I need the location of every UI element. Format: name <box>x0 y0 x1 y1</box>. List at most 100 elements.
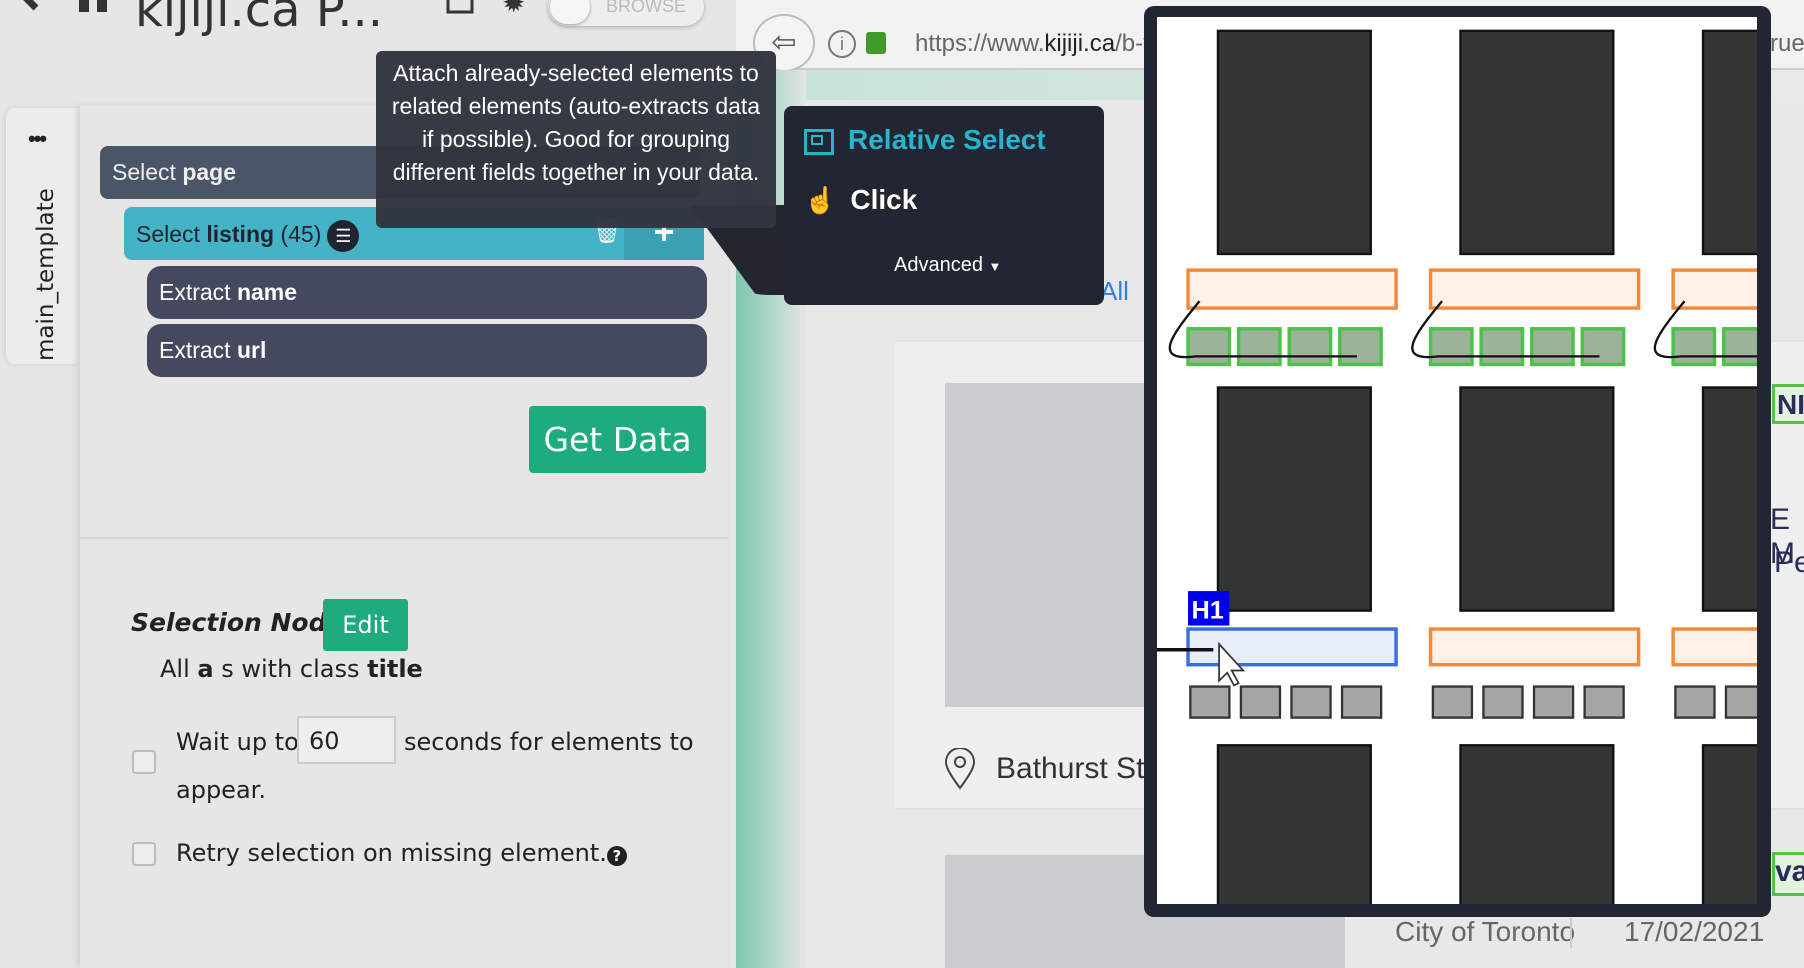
app-title: kijiji.ca P... <box>135 0 384 38</box>
url-prefix: https://www. <box>915 30 1045 57</box>
tooltip: Attach already-selected elements to rela… <box>376 51 776 228</box>
attribute-box-highlight <box>1287 327 1333 367</box>
listing-city: City of Toronto <box>1395 916 1576 947</box>
image-block <box>1701 744 1757 904</box>
attribute-box <box>1532 685 1575 719</box>
attribute-box-highlight <box>1721 327 1757 367</box>
url-text[interactable]: https://www.kijiji.ca/b-f <box>915 30 1150 58</box>
desc-prefix: All <box>160 655 190 683</box>
extract-url-node[interactable]: Extract url <box>147 324 707 377</box>
attribute-box <box>1189 685 1231 719</box>
retry-checkbox[interactable] <box>132 842 156 866</box>
node-name: url <box>236 337 267 363</box>
node-verb: Extract <box>159 337 231 363</box>
caret-down-icon: ▼ <box>988 259 1002 274</box>
image-block <box>1459 386 1615 612</box>
retry-text: Retry selection on missing element. <box>176 839 607 867</box>
edge-text: NI <box>1772 384 1804 424</box>
attribute-box <box>1583 685 1625 719</box>
node-name: page <box>182 159 237 185</box>
toggle-label: BROWSE <box>606 0 687 16</box>
attribute-box-highlight <box>1338 327 1383 367</box>
title-box-highlight <box>1671 627 1757 667</box>
help-icon[interactable]: ? <box>606 846 627 866</box>
image-block <box>1701 386 1757 612</box>
image-block <box>1459 29 1615 256</box>
attribute-box <box>1290 685 1332 719</box>
node-name: name <box>236 279 298 305</box>
node-verb: Select <box>112 159 176 185</box>
extract-name-node[interactable]: Extract name <box>147 266 707 319</box>
relative-select-icon <box>804 128 834 155</box>
listing-location: Bathurst St <box>996 752 1145 785</box>
info-icon[interactable]: i <box>828 30 856 58</box>
attribute-box-highlight <box>1186 327 1232 367</box>
image-block <box>1701 29 1757 256</box>
attribute-box <box>1239 685 1282 719</box>
menu-item-label: Relative Select <box>848 124 1046 155</box>
desc-tag: a <box>197 655 214 683</box>
edge-text: Pe <box>1774 546 1804 579</box>
lock-icon <box>866 32 886 54</box>
wait-suffix: seconds for elements to <box>404 728 694 756</box>
gear-icon[interactable]: ✹ <box>502 0 525 19</box>
edit-button[interactable]: Edit <box>323 599 408 651</box>
get-data-button[interactable]: Get Data <box>529 406 706 473</box>
menu-item-label: Click <box>850 184 918 215</box>
home-icon[interactable] <box>76 0 110 16</box>
url-host: kijiji.ca <box>1044 30 1116 57</box>
desc-class: title <box>367 655 423 683</box>
wait-prefix: Wait up to <box>176 728 299 756</box>
attribute-box-highlight <box>1580 327 1626 367</box>
pointer-hand-icon: ☝ <box>804 185 837 215</box>
node-name: listing <box>206 221 275 248</box>
menu-item-relative-select[interactable]: Relative Select <box>804 124 1046 156</box>
browse-toggle[interactable]: BROWSE <box>548 0 704 26</box>
save-icon[interactable] <box>446 0 474 14</box>
advanced-dropdown[interactable]: Advanced ▼ <box>894 254 1001 277</box>
selection-node-label: Selection Node: <box>131 608 354 637</box>
url-tail: rue <box>1770 30 1804 57</box>
relative-select-preview: H1 <box>1144 6 1771 917</box>
node-count: (45) <box>280 221 322 248</box>
h1-badge-label: H1 <box>1191 597 1223 625</box>
listing-date: 17/02/2021 <box>1624 916 1765 947</box>
attribute-box-highlight <box>1671 327 1717 367</box>
command-menu: Relative Select ☝ Click Advanced ▼ <box>784 106 1104 305</box>
wait-seconds-input[interactable]: 60 <box>297 716 396 764</box>
location-pin-icon <box>944 748 976 790</box>
more-icon[interactable]: ••• <box>28 126 47 152</box>
divider <box>80 537 728 539</box>
separator <box>1570 918 1572 948</box>
back-arrow-icon[interactable] <box>14 0 64 20</box>
advanced-label: Advanced <box>894 254 983 276</box>
toggle-knob <box>550 0 590 24</box>
node-verb: Extract <box>159 279 231 305</box>
menu-item-click[interactable]: ☝ Click <box>804 184 917 216</box>
attribute-box <box>1431 685 1474 719</box>
title-box-highlight <box>1671 268 1757 310</box>
list-icon[interactable]: ☰ <box>327 220 360 252</box>
desc-mid: s with class <box>221 655 360 683</box>
retry-label: Retry selection on missing element.? <box>176 839 627 867</box>
node-verb: Select <box>136 221 200 248</box>
edge-text: val <box>1772 852 1804 896</box>
image-block <box>1216 744 1372 904</box>
attribute-box-highlight <box>1428 327 1474 367</box>
image-block <box>1216 29 1372 256</box>
image-block <box>1216 386 1372 612</box>
all-link[interactable]: All <box>1100 276 1129 307</box>
template-tab[interactable]: ••• main_template <box>6 108 80 364</box>
attribute-box-highlight <box>1236 327 1282 367</box>
attribute-box-highlight <box>1479 327 1525 367</box>
title-box-highlight <box>1428 627 1641 667</box>
template-tab-label: main_template <box>33 188 59 361</box>
attribute-box <box>1724 685 1757 719</box>
selection-description: All a s with class title <box>160 655 423 683</box>
title-box-highlight <box>1428 268 1641 310</box>
preview-diagram: H1 <box>1157 17 1757 904</box>
image-block <box>1459 744 1615 904</box>
wait-suffix-2: appear. <box>176 776 266 804</box>
wait-checkbox[interactable] <box>132 750 156 774</box>
attribute-box <box>1340 685 1383 719</box>
